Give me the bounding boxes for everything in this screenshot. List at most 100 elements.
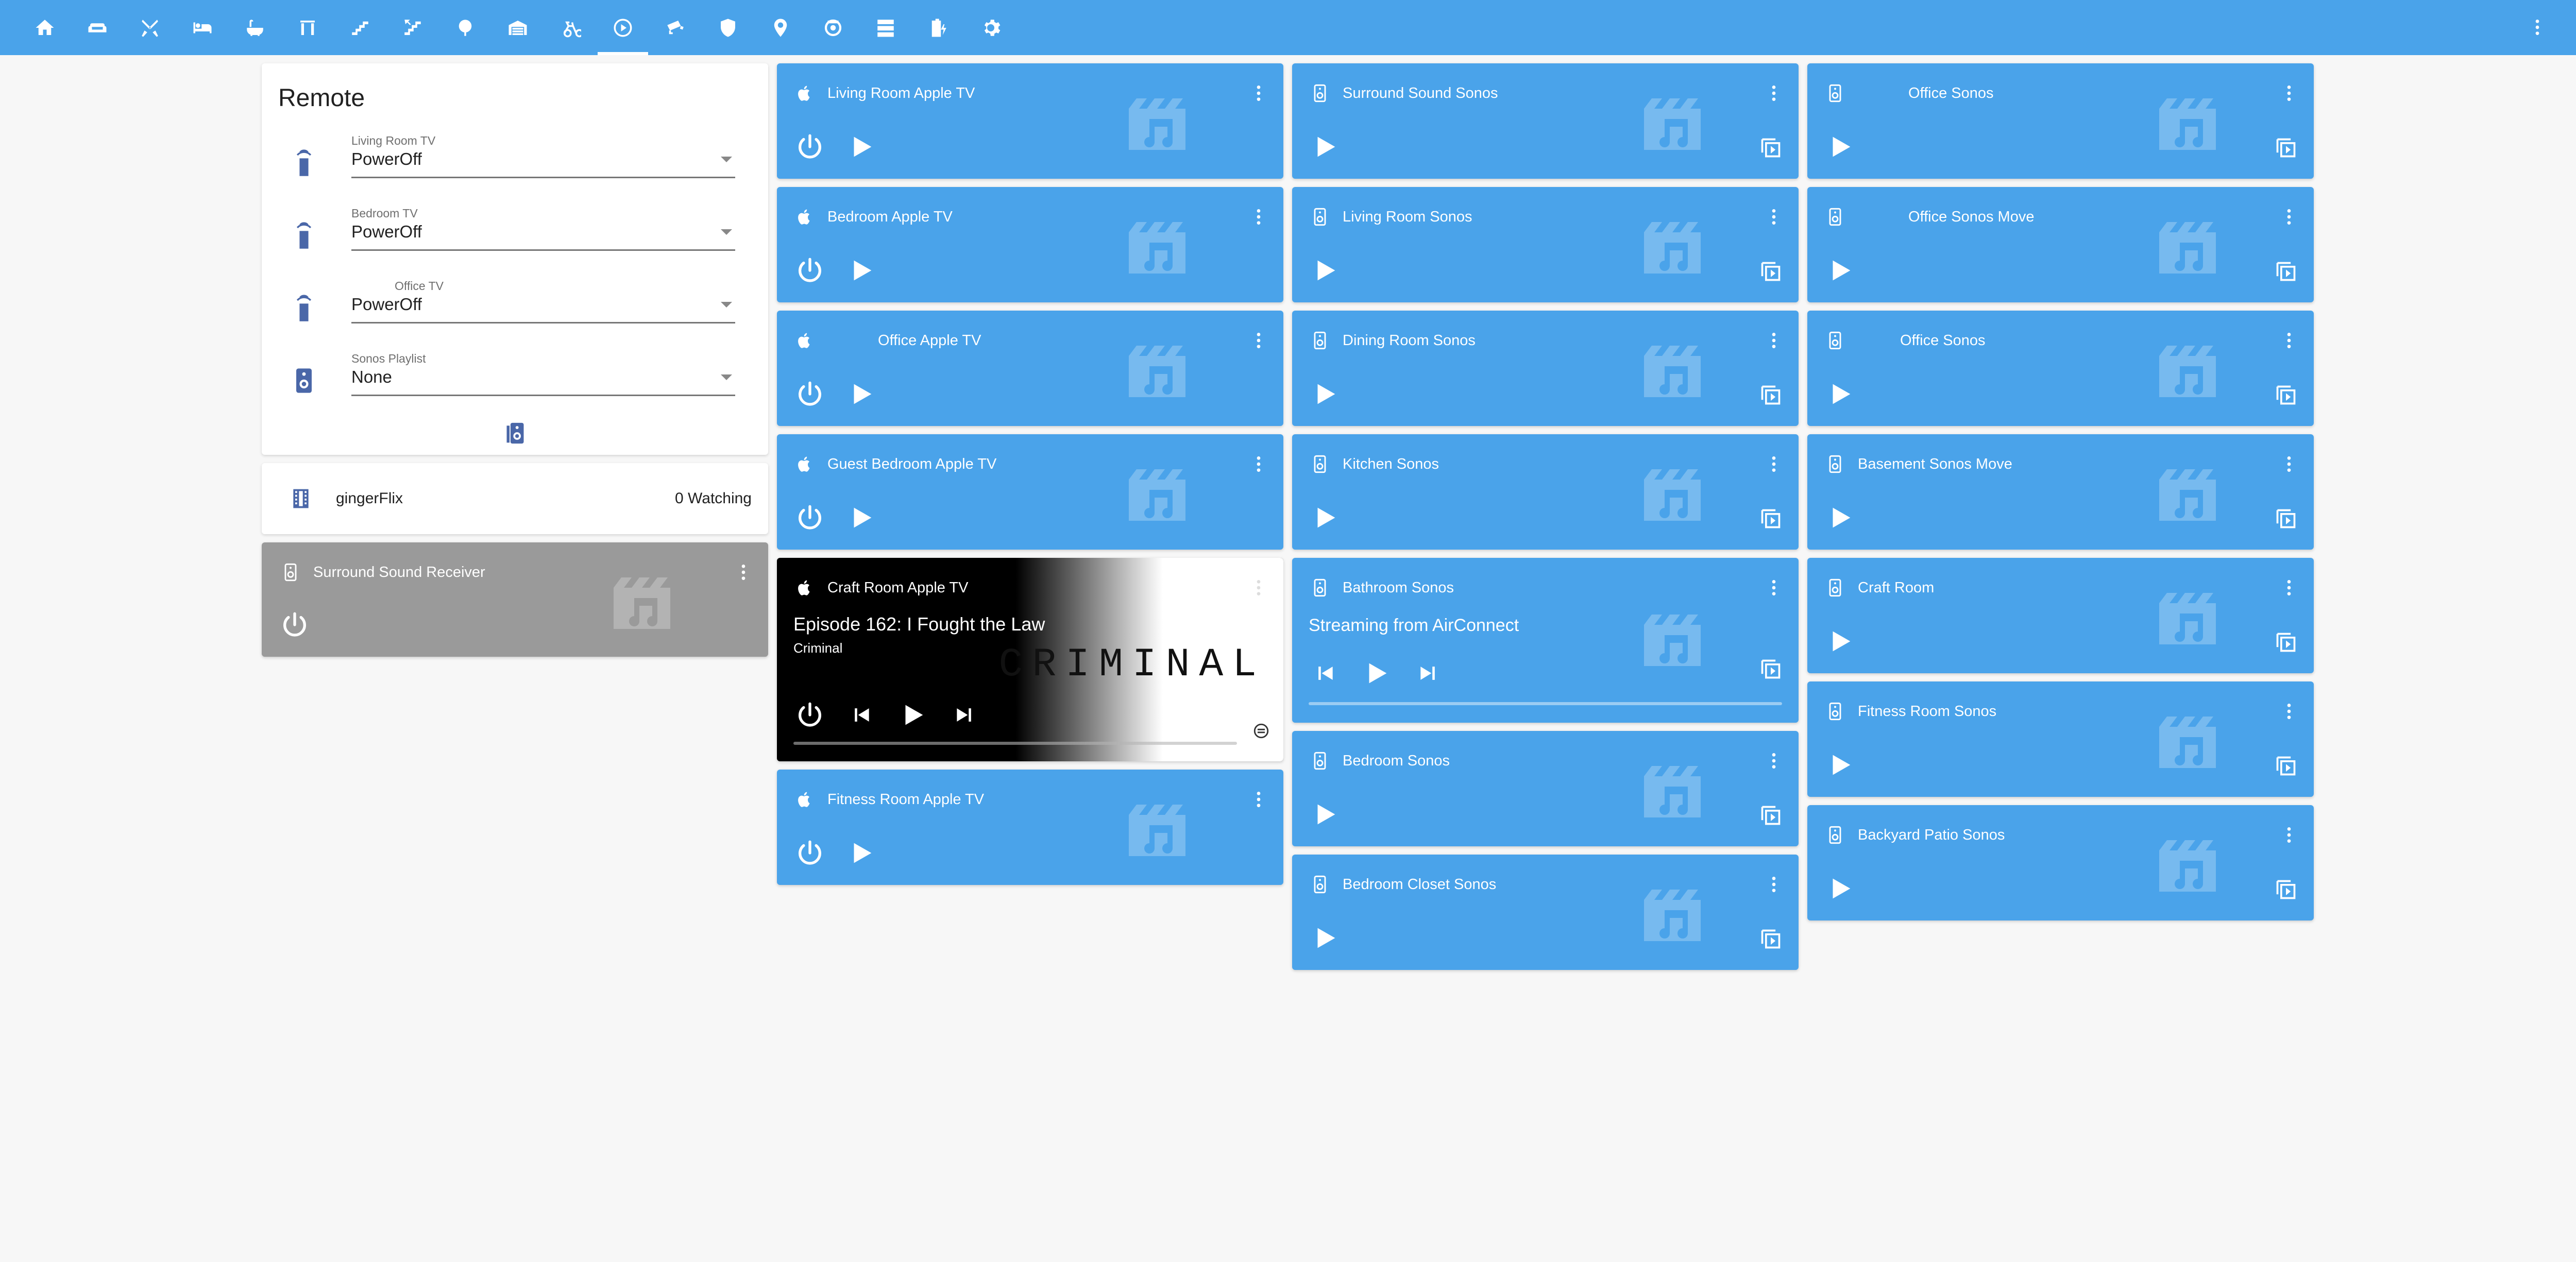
tab-kitchen[interactable] [124, 0, 176, 55]
source-select-button[interactable] [1759, 260, 1782, 283]
more-options-button[interactable] [2279, 825, 2299, 845]
living-room-tv-select[interactable]: Living Room TV PowerOff [351, 131, 735, 178]
more-options-button[interactable] [1764, 874, 1784, 895]
play-button[interactable] [896, 698, 929, 731]
source-select-button[interactable] [2275, 507, 2297, 530]
gingerflix-card[interactable]: gingerFlix 0 Watching [262, 463, 768, 534]
play-button[interactable] [1309, 378, 1342, 411]
play-button[interactable] [1824, 501, 1857, 534]
tab-cameras[interactable] [649, 0, 702, 55]
play-icon [854, 384, 872, 404]
more-options-button[interactable] [1764, 207, 1784, 227]
tab-stairs[interactable] [334, 0, 386, 55]
more-options-button[interactable] [1764, 330, 1784, 351]
play-button[interactable] [845, 501, 878, 534]
more-options-button[interactable] [2279, 83, 2299, 104]
play-button[interactable] [845, 130, 878, 163]
source-select-button[interactable] [1759, 928, 1782, 950]
office-tv-select[interactable]: Office TV PowerOff [351, 276, 735, 323]
bedroom-tv-select[interactable]: Bedroom TV PowerOff [351, 203, 735, 251]
play-button[interactable] [1309, 501, 1342, 534]
next-track-button[interactable] [948, 698, 981, 731]
source-select-button[interactable] [2275, 260, 2297, 283]
cast-button[interactable] [1252, 722, 1270, 740]
tab-bedroom[interactable] [176, 0, 229, 55]
source-select-button[interactable] [2275, 755, 2297, 777]
more-options-button[interactable] [1248, 577, 1269, 598]
play-button[interactable] [1824, 872, 1857, 905]
source-select-button[interactable] [1759, 804, 1782, 827]
media-card-fitness-room-apple-tv: Fitness Room Apple TV [777, 770, 1283, 885]
more-options-button[interactable] [2279, 330, 2299, 351]
play-button[interactable] [1309, 130, 1342, 163]
more-options-button[interactable] [1764, 577, 1784, 598]
power-button[interactable] [793, 837, 826, 869]
source-select-button[interactable] [1759, 384, 1782, 406]
power-button[interactable] [793, 698, 826, 731]
play-button[interactable] [1824, 254, 1857, 287]
tab-media[interactable] [597, 0, 649, 55]
power-button[interactable] [793, 501, 826, 534]
power-button[interactable] [278, 608, 311, 641]
play-button[interactable] [1824, 378, 1857, 411]
play-button[interactable] [845, 837, 878, 869]
more-options-button[interactable] [1248, 207, 1269, 227]
media-placeholder-icon [1124, 340, 1191, 402]
tab-settings[interactable] [964, 0, 1017, 55]
play-button[interactable] [1309, 798, 1342, 831]
tab-bathroom[interactable] [229, 0, 281, 55]
play-button[interactable] [1824, 625, 1857, 658]
power-button[interactable] [793, 378, 826, 411]
more-options-button[interactable] [1764, 454, 1784, 474]
previous-track-button[interactable] [1309, 657, 1342, 690]
more-options-button[interactable] [1248, 454, 1269, 474]
media-card-craft-room: Craft Room [1807, 558, 2314, 673]
progress-bar[interactable] [1309, 702, 1782, 705]
more-options-button[interactable] [1764, 83, 1784, 104]
play-button[interactable] [1309, 254, 1342, 287]
speaker-action-button[interactable] [262, 420, 768, 451]
source-select-button[interactable] [1759, 137, 1782, 159]
more-options-button[interactable] [1248, 789, 1269, 810]
source-select-button[interactable] [2275, 878, 2297, 901]
tab-garage[interactable] [492, 0, 544, 55]
gear-icon [984, 19, 1001, 36]
progress-bar[interactable] [793, 742, 1237, 745]
tab-fitness[interactable] [544, 0, 597, 55]
tab-location[interactable] [754, 0, 807, 55]
tab-energy[interactable] [912, 0, 964, 55]
tab-yard[interactable] [439, 0, 492, 55]
source-select-button[interactable] [1759, 658, 1782, 680]
source-select-button[interactable] [2275, 631, 2297, 654]
tab-closet[interactable] [281, 0, 334, 55]
more-options-button[interactable] [1764, 751, 1784, 771]
tab-upstairs[interactable] [386, 0, 439, 55]
more-options-button[interactable] [2279, 207, 2299, 227]
more-options-button[interactable] [2279, 701, 2299, 722]
next-track-button[interactable] [1412, 657, 1445, 690]
play-button[interactable] [1309, 922, 1342, 954]
power-button[interactable] [793, 254, 826, 287]
tab-living-room[interactable] [71, 0, 124, 55]
tab-servers[interactable] [859, 0, 912, 55]
play-button[interactable] [1824, 130, 1857, 163]
play-button[interactable] [1824, 748, 1857, 781]
play-button[interactable] [1360, 657, 1393, 690]
power-button[interactable] [793, 130, 826, 163]
play-button[interactable] [845, 254, 878, 287]
tab-vacuum[interactable] [807, 0, 859, 55]
previous-track-button[interactable] [845, 698, 878, 731]
play-button[interactable] [845, 378, 878, 411]
tab-security[interactable] [702, 0, 754, 55]
overflow-menu-button[interactable] [2524, 14, 2550, 40]
more-options-button[interactable] [733, 562, 754, 583]
more-options-button[interactable] [2279, 454, 2299, 474]
source-select-button[interactable] [1759, 507, 1782, 530]
source-select-button[interactable] [2275, 384, 2297, 406]
source-select-button[interactable] [2275, 137, 2297, 159]
sonos-playlist-select[interactable]: Sonos Playlist None [351, 349, 735, 396]
more-options-button[interactable] [1248, 330, 1269, 351]
tab-home[interactable] [19, 0, 71, 55]
more-options-button[interactable] [2279, 577, 2299, 598]
more-options-button[interactable] [1248, 83, 1269, 104]
